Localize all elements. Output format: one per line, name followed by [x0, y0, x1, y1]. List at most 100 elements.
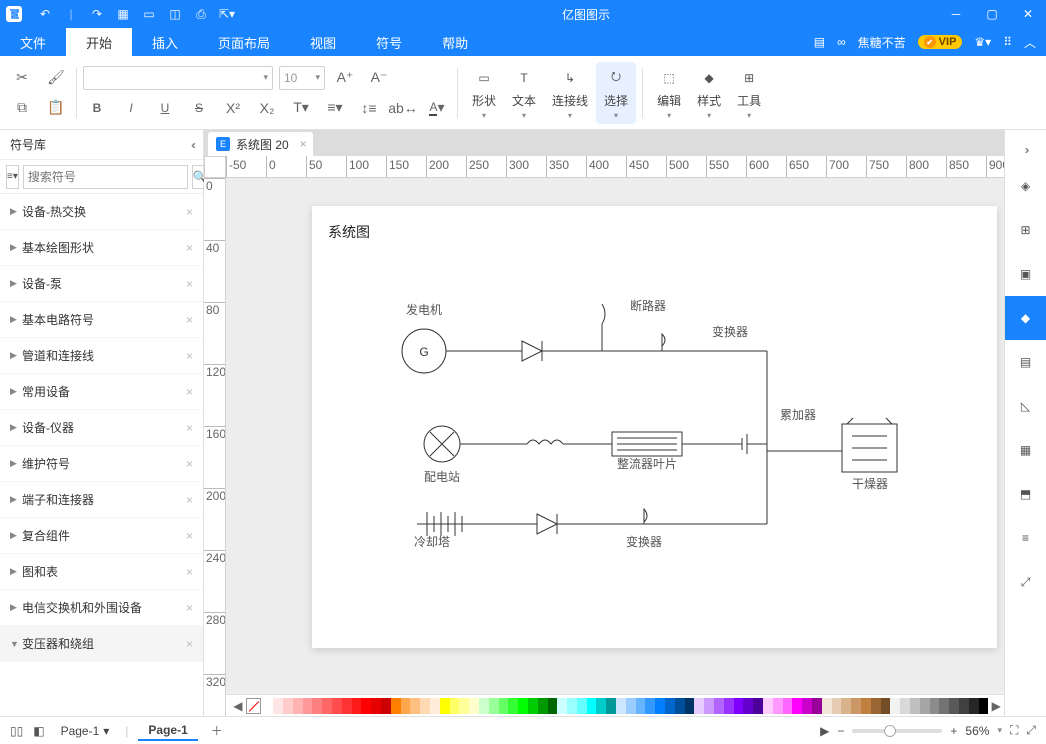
color-swatch[interactable] — [322, 698, 332, 714]
color-swatch[interactable] — [714, 698, 724, 714]
color-swatch[interactable] — [724, 698, 734, 714]
library-item[interactable]: ▶维护符号× — [0, 446, 203, 482]
color-swatch[interactable] — [518, 698, 528, 714]
strike-button[interactable]: S — [185, 96, 213, 120]
remove-library-icon[interactable]: × — [186, 241, 193, 255]
color-swatch[interactable] — [342, 698, 352, 714]
new-icon[interactable]: ▦ — [116, 7, 130, 21]
user-name[interactable]: 焦糖不苦 — [858, 34, 906, 51]
color-swatch[interactable] — [734, 698, 744, 714]
page[interactable]: 系统图 G 发电机 断路器 — [312, 206, 997, 648]
zoom-slider[interactable] — [852, 729, 942, 733]
color-swatch[interactable] — [616, 698, 626, 714]
table-panel-icon[interactable]: ▦ — [1005, 428, 1046, 472]
bullets-button[interactable]: ≡▾ — [321, 96, 349, 120]
page-menu[interactable]: Page-1 ▾ — [55, 722, 116, 740]
edit-group[interactable]: ⬚编辑▾ — [649, 62, 689, 124]
copy-button[interactable]: ⧉ — [8, 96, 36, 120]
text-direction-button[interactable]: ab↔ — [389, 96, 417, 120]
underline-button[interactable]: U — [151, 96, 179, 120]
canvas[interactable]: 系统图 G 发电机 断路器 — [226, 178, 1004, 692]
color-swatch[interactable] — [636, 698, 646, 714]
select-tool[interactable]: ⭮选择▾ — [596, 62, 636, 124]
italic-button[interactable]: I — [117, 96, 145, 120]
tab-close-icon[interactable]: × — [300, 137, 307, 151]
color-swatch[interactable] — [704, 698, 714, 714]
library-item[interactable]: ▶端子和连接器× — [0, 482, 203, 518]
color-swatch[interactable] — [832, 698, 842, 714]
superscript-button[interactable]: X² — [219, 96, 247, 120]
color-swatch[interactable] — [548, 698, 558, 714]
color-swatch[interactable] — [538, 698, 548, 714]
color-swatch[interactable] — [939, 698, 949, 714]
color-swatch[interactable] — [851, 698, 861, 714]
fit-width-icon[interactable]: ⤢ — [1026, 723, 1036, 738]
print-icon[interactable]: ⎙ — [194, 7, 208, 21]
color-swatch[interactable] — [655, 698, 665, 714]
color-swatch[interactable] — [332, 698, 342, 714]
image-panel-icon[interactable]: ▣ — [1005, 252, 1046, 296]
color-swatch[interactable] — [371, 698, 381, 714]
color-swatch[interactable] — [508, 698, 518, 714]
document-tab[interactable]: E 系统图 20 × — [208, 132, 313, 156]
shape-tool[interactable]: ▭形状▾ — [464, 62, 504, 124]
color-swatch[interactable] — [479, 698, 489, 714]
color-swatch[interactable] — [743, 698, 753, 714]
line-spacing-button[interactable]: ↕≡ — [355, 96, 383, 120]
remove-library-icon[interactable]: × — [186, 421, 193, 435]
library-item[interactable]: ▶电信交换机和外围设备× — [0, 590, 203, 626]
color-swatch[interactable] — [312, 698, 322, 714]
remove-library-icon[interactable]: × — [186, 205, 193, 219]
menu-view[interactable]: 视图 — [290, 28, 356, 56]
pages-icon[interactable]: ▯▯ — [10, 724, 23, 738]
color-swatch[interactable] — [871, 698, 881, 714]
collapse-panel-icon[interactable]: ‹‹ — [191, 138, 193, 152]
shrink-font-button[interactable]: A⁻ — [365, 66, 393, 90]
font-color-button[interactable]: A▾ — [423, 96, 451, 120]
color-swatch[interactable] — [753, 698, 763, 714]
color-swatch[interactable] — [567, 698, 577, 714]
color-swatch[interactable] — [969, 698, 979, 714]
grid-panel-icon[interactable]: ⊞ — [1005, 208, 1046, 252]
color-swatch[interactable] — [587, 698, 597, 714]
color-swatch[interactable] — [694, 698, 704, 714]
color-swatch[interactable] — [391, 698, 401, 714]
color-swatch[interactable] — [440, 698, 450, 714]
library-item[interactable]: ▶复合组件× — [0, 518, 203, 554]
save-icon[interactable]: ◫ — [168, 7, 182, 21]
remove-library-icon[interactable]: × — [186, 349, 193, 363]
minimize-button[interactable]: ─ — [938, 0, 974, 28]
library-item[interactable]: ▶常用设备× — [0, 374, 203, 410]
zoom-in-button[interactable]: + — [950, 724, 957, 738]
format-painter-button[interactable]: 🖌 — [42, 66, 70, 90]
maximize-button[interactable]: ▢ — [974, 0, 1010, 28]
zoom-out-button[interactable]: − — [837, 724, 844, 738]
color-swatch[interactable] — [420, 698, 430, 714]
style-group[interactable]: ◆样式▾ — [689, 62, 729, 124]
color-swatch[interactable] — [303, 698, 313, 714]
color-swatch[interactable] — [881, 698, 891, 714]
remove-library-icon[interactable]: × — [186, 637, 193, 651]
library-item[interactable]: ▶设备-仪器× — [0, 410, 203, 446]
subscript-button[interactable]: X₂ — [253, 96, 281, 120]
color-swatch[interactable] — [263, 698, 273, 714]
fill-panel-icon[interactable]: ◈ — [1005, 164, 1046, 208]
menu-layout[interactable]: 页面布局 — [198, 28, 290, 56]
library-item-expanded[interactable]: ▼变压器和绕组× — [0, 626, 203, 662]
align-panel-icon[interactable]: ≡ — [1005, 516, 1046, 560]
export-panel-icon[interactable]: ⬒ — [1005, 472, 1046, 516]
color-swatch[interactable] — [900, 698, 910, 714]
color-swatch[interactable] — [489, 698, 499, 714]
tool-group[interactable]: ⊞工具▾ — [729, 62, 769, 124]
page-panel-icon[interactable]: ▤ — [1005, 340, 1046, 384]
color-swatch[interactable] — [773, 698, 783, 714]
bold-button[interactable]: B — [83, 96, 111, 120]
redo-icon[interactable]: ↷ — [90, 7, 104, 21]
library-item[interactable]: ▶设备-热交换× — [0, 194, 203, 230]
remove-library-icon[interactable]: × — [186, 601, 193, 615]
color-swatch[interactable] — [920, 698, 930, 714]
color-swatch[interactable] — [841, 698, 851, 714]
color-swatch[interactable] — [557, 698, 567, 714]
color-swatch[interactable] — [979, 698, 989, 714]
color-swatch[interactable] — [665, 698, 675, 714]
